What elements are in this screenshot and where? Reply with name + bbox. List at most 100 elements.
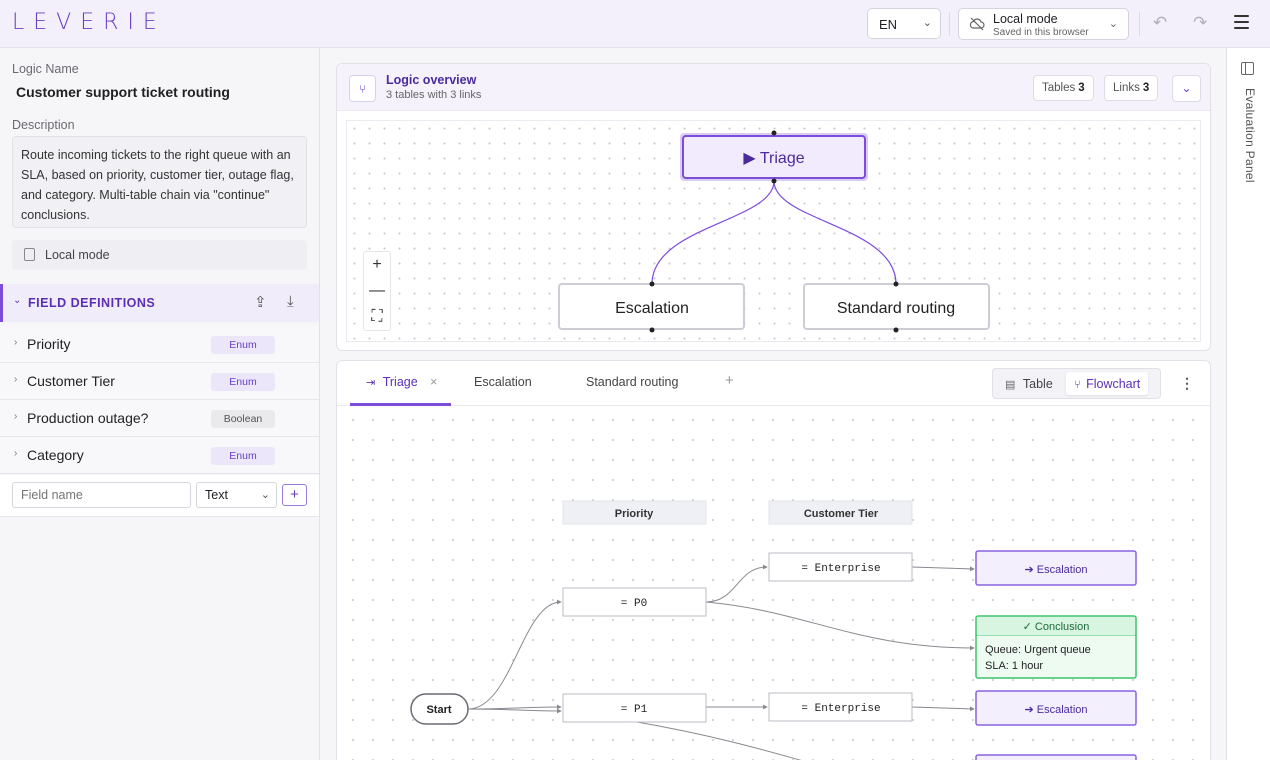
sidebar: Logic Name Customer support ticket routi…	[0, 48, 320, 760]
svg-text:= P1: = P1	[621, 704, 648, 716]
field-type-select[interactable]: Text ⌄	[196, 482, 277, 508]
field-type-badge: Enum	[211, 336, 275, 354]
tab-label: Triage	[382, 375, 418, 389]
table-view-label: Table	[1022, 377, 1053, 391]
chevron-down-icon: ⌄	[260, 489, 270, 501]
local-mode-indicator: Local mode	[12, 240, 307, 270]
logic-name-field[interactable]: Customer support ticket routing	[16, 84, 230, 100]
node-standard-routing[interactable]: Standard routing	[803, 281, 990, 333]
chevron-right-icon: ›	[14, 411, 18, 422]
description-label: Description	[12, 118, 75, 132]
links-count-badge: Links 3	[1104, 75, 1159, 101]
node-escalation[interactable]: Escalation	[558, 281, 745, 333]
node-escalation-label: Escalation	[615, 300, 689, 317]
tab-triage[interactable]: ⇥ Triage ×	[366, 375, 437, 389]
column-header-customer-tier: Customer Tier	[768, 500, 913, 525]
description-field[interactable]: Route incoming tickets to the right queu…	[12, 136, 307, 228]
storage-mode-select[interactable]: Local mode Saved in this browser ⌄	[958, 8, 1129, 40]
menu-icon[interactable]	[1234, 15, 1249, 33]
field-item-production-outage[interactable]: › Production outage? Boolean	[0, 400, 319, 437]
cloud-off-icon	[969, 17, 985, 31]
column-header-priority: Priority	[562, 500, 707, 525]
svg-text:➔ Escalation: ➔ Escalation	[1024, 564, 1087, 576]
field-name: Customer Tier	[27, 373, 115, 389]
condition-node-enterprise-1[interactable]: = Enterprise	[768, 552, 913, 582]
zoom-in-button[interactable]: +	[364, 252, 390, 278]
chevron-right-icon: ›	[14, 374, 18, 385]
field-name: Production outage?	[27, 410, 149, 426]
tables-label: Tables	[1042, 82, 1076, 94]
chevron-down-icon: ⌄	[1108, 18, 1118, 30]
branch-icon: ⑂	[349, 75, 376, 102]
close-tab-icon[interactable]: ×	[430, 375, 437, 389]
tables-count: 3	[1078, 82, 1085, 94]
fit-view-button[interactable]: ⛶	[364, 304, 390, 330]
field-type-value: Text	[205, 488, 228, 502]
language-select[interactable]: EN ⌄	[867, 8, 941, 39]
svg-text:= P0: = P0	[621, 598, 647, 610]
mode-title: Local mode	[993, 12, 1058, 26]
svg-text:Start: Start	[426, 704, 451, 716]
zoom-controls: + — ⛶	[363, 251, 391, 331]
app-logo: LEVERIE	[12, 10, 166, 35]
condition-node-p1[interactable]: = P1	[562, 693, 707, 723]
evaluation-panel-rail[interactable]: Evaluation Panel	[1226, 48, 1270, 760]
tab-standard-routing[interactable]: Standard routing	[586, 375, 678, 389]
field-definitions-header[interactable]: ⌄ FIELD DEFINITIONS ⇪ ⤓	[0, 284, 319, 322]
evaluation-panel-title: Evaluation Panel	[1243, 88, 1257, 183]
tables-count-badge: Tables 3	[1033, 75, 1094, 101]
redo-icon[interactable]: ↷	[1193, 13, 1207, 33]
view-toggle: ▤ Table ⑂ Flowchart	[992, 368, 1161, 399]
table-editor-panel: ⇥ Triage × Escalation Standard routing +…	[336, 360, 1211, 760]
flowchart-view-label: Flowchart	[1086, 377, 1141, 391]
top-bar: LEVERIE EN ⌄ Local mode Saved in this br…	[0, 0, 1270, 48]
svg-text:= Enterprise: = Enterprise	[801, 563, 880, 575]
collapse-overview-button[interactable]: ⌄	[1172, 75, 1201, 102]
start-node[interactable]: Start	[410, 693, 469, 725]
table-view-button[interactable]: ▤ Table	[997, 372, 1061, 395]
field-type-badge: Enum	[211, 447, 275, 465]
panel-toggle-icon[interactable]	[1241, 62, 1254, 75]
chevron-down-icon: ⌄	[1181, 81, 1192, 95]
edge-triage-standard	[773, 180, 897, 285]
branch-icon: ⑂	[1074, 379, 1081, 391]
upload-icon[interactable]: ⇪	[254, 293, 267, 311]
field-name: Category	[27, 447, 84, 463]
field-name: Priority	[27, 336, 71, 352]
flowchart-canvas[interactable]: Priority Customer Tier Start = P0 = P1 =…	[337, 406, 1210, 760]
goto-escalation-node-1[interactable]: ➔ Escalation	[975, 550, 1137, 586]
condition-node-p0[interactable]: = P0	[562, 587, 707, 617]
field-item-priority[interactable]: › Priority Enum	[0, 326, 319, 363]
condition-node-enterprise-2[interactable]: = Enterprise	[768, 692, 913, 722]
add-field-button[interactable]: +	[282, 484, 307, 506]
chevron-down-icon: ⌄	[13, 295, 22, 306]
undo-icon[interactable]: ↶	[1153, 13, 1167, 33]
svg-text:Queue: Urgent queue: Queue: Urgent queue	[985, 644, 1091, 656]
overview-canvas[interactable]: ▶ Triage Escalation Standard routing + —…	[346, 120, 1201, 342]
download-icon[interactable]: ⤓	[287, 293, 294, 310]
node-triage-label: ▶ Triage	[743, 150, 804, 167]
add-field-row: Text ⌄ +	[0, 475, 319, 517]
chevron-right-icon: ›	[14, 448, 18, 459]
svg-text:= Enterprise: = Enterprise	[801, 703, 880, 715]
add-tab-button[interactable]: +	[725, 372, 734, 389]
field-type-badge: Enum	[211, 373, 275, 391]
file-icon	[24, 248, 35, 261]
more-options-icon[interactable]: ⋮	[1180, 375, 1194, 392]
field-item-category[interactable]: › Category Enum	[0, 437, 319, 474]
table-tabs: ⇥ Triage × Escalation Standard routing +…	[337, 361, 1210, 406]
language-value: EN	[879, 17, 898, 32]
field-name-input[interactable]	[12, 482, 191, 508]
svg-text:Priority: Priority	[615, 508, 654, 520]
conclusion-node[interactable]: ✓ Conclusion Queue: Urgent queue SLA: 1 …	[975, 615, 1137, 679]
node-triage[interactable]: ▶ Triage	[680, 130, 868, 184]
goto-escalation-node-2[interactable]: ➔ Escalation	[975, 690, 1137, 726]
divider	[949, 12, 950, 36]
flowchart-view-button[interactable]: ⑂ Flowchart	[1066, 372, 1149, 395]
zoom-out-button[interactable]: —	[364, 278, 390, 304]
field-type-badge: Boolean	[211, 410, 275, 428]
field-item-customer-tier[interactable]: › Customer Tier Enum	[0, 363, 319, 400]
goto-node-partial[interactable]	[975, 754, 1137, 760]
tab-escalation[interactable]: Escalation	[474, 375, 532, 389]
links-count: 3	[1142, 82, 1150, 94]
